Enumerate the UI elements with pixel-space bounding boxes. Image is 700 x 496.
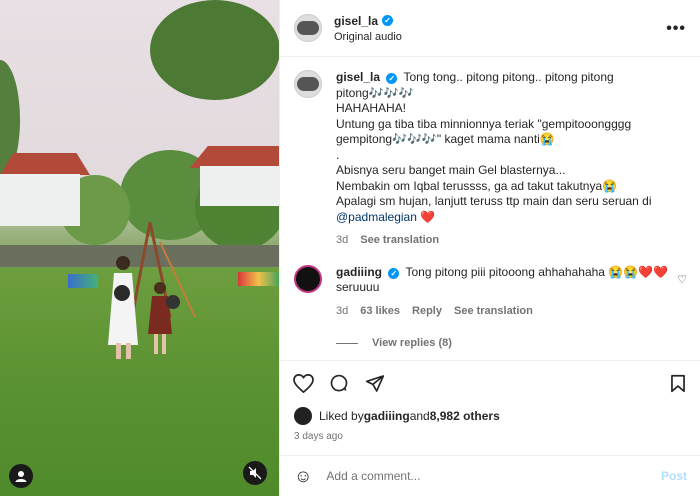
house-wall <box>200 166 279 206</box>
tree-foliage <box>150 0 279 100</box>
caption-time[interactable]: 3d <box>336 233 348 249</box>
post-panel: gisel_la ✓ Original audio ••• gisel_la ✓… <box>279 0 700 496</box>
caption-line: Abisnya seru banget main Gel blasternya.… <box>336 163 566 177</box>
house-roof <box>0 153 90 175</box>
mention-link[interactable]: @padmalegian <box>336 210 417 224</box>
caption: gisel_la ✓ Tong tong.. pitong pitong.. p… <box>294 70 687 249</box>
author-avatar[interactable] <box>294 14 322 42</box>
caption-heart: ❤️ <box>416 209 436 224</box>
commenter-avatar[interactable] <box>294 264 322 293</box>
comment-like-icon[interactable]: ♡ <box>677 273 687 286</box>
bookmark-icon[interactable] <box>667 372 689 394</box>
likes-others[interactable]: 8,982 others <box>430 409 500 423</box>
caption-line: Untung ga tiba tiba minnionnya teriak "g… <box>336 116 632 131</box>
view-replies-button[interactable]: View replies (8) <box>294 337 687 349</box>
caption-see-translation[interactable]: See translation <box>360 233 439 249</box>
heart-icon[interactable] <box>292 372 314 394</box>
caption-line: HAHAHAHA! <box>336 101 407 115</box>
author-username[interactable]: gisel_la ✓ <box>334 14 402 28</box>
comment-input[interactable]: Add a comment... <box>326 469 661 483</box>
likes-prefix: Liked by <box>319 409 364 423</box>
person-girl <box>148 282 180 354</box>
comment-username[interactable]: gadiiing <box>336 265 382 279</box>
emoji-icon[interactable]: ☺ <box>294 466 312 487</box>
caption-avatar[interactable] <box>294 70 322 98</box>
caption-username[interactable]: gisel_la <box>336 70 380 84</box>
post-header: gisel_la ✓ Original audio ••• <box>280 0 700 57</box>
caption-line: Tong tong.. pitong pitong.. pitong piton… <box>403 70 614 84</box>
post-media[interactable] <box>0 0 279 496</box>
house-wall <box>0 174 80 226</box>
caption-line: Apalagi sm hujan, lanjutt teruss ttp mai… <box>336 194 652 208</box>
reply-button[interactable]: Reply <box>412 304 442 320</box>
caption-line: gempitong🎶🎶🎶" kaget mama nanti😭 <box>336 132 555 146</box>
add-comment-bar: ☺ Add a comment... Post <box>280 455 700 496</box>
caption-line: pitong🎶🎶🎶 <box>336 85 414 100</box>
likes-middle: and <box>409 409 430 423</box>
post-button[interactable]: Post <box>661 469 687 483</box>
comments-section: gisel_la ✓ Tong tong.. pitong pitong.. p… <box>280 58 700 360</box>
view-replies-label[interactable]: View replies (8) <box>372 337 452 349</box>
comment-icon[interactable] <box>328 372 350 394</box>
liker-username[interactable]: gadiiing <box>364 409 410 423</box>
post-date[interactable]: 3 days ago <box>294 431 343 442</box>
caption-line: Nembakin om Iqbal terussss, ga ad takut … <box>336 178 618 193</box>
comment-text-line2: seruuuu <box>336 280 380 294</box>
caption-line: . <box>336 147 340 162</box>
verified-badge-icon: ✓ <box>386 73 398 85</box>
caption-meta: 3d See translation <box>336 233 687 249</box>
replies-divider <box>336 342 358 344</box>
action-bar <box>280 360 700 405</box>
user-tag-icon[interactable] <box>9 464 33 488</box>
author-username-text[interactable]: gisel_la <box>334 14 378 28</box>
share-icon[interactable] <box>364 372 386 394</box>
comment-meta: 3d 63 likes Reply See translation <box>336 304 687 320</box>
comment-text: Tong pitong piii pitooong ahhahahaha 😭😭❤… <box>405 264 669 279</box>
mute-icon[interactable] <box>243 461 267 485</box>
comment-see-translation[interactable]: See translation <box>454 304 533 320</box>
comment-likes[interactable]: 63 likes <box>360 304 400 320</box>
more-dots-icon[interactable]: ••• <box>666 20 686 38</box>
likes-summary: Liked by gadiiing and 8,982 others <box>294 407 500 425</box>
colorful-banner <box>238 272 279 286</box>
comment-time[interactable]: 3d <box>336 304 348 320</box>
verified-badge-icon: ✓ <box>382 15 394 26</box>
comment-item: gadiiing ✓ Tong pitong piii pitooong ahh… <box>294 264 687 320</box>
audio-link[interactable]: Original audio <box>334 31 402 43</box>
liker-avatar[interactable] <box>294 407 312 425</box>
colorful-banner <box>68 274 98 288</box>
person-woman <box>108 256 138 359</box>
verified-badge-icon: ✓ <box>388 267 400 279</box>
